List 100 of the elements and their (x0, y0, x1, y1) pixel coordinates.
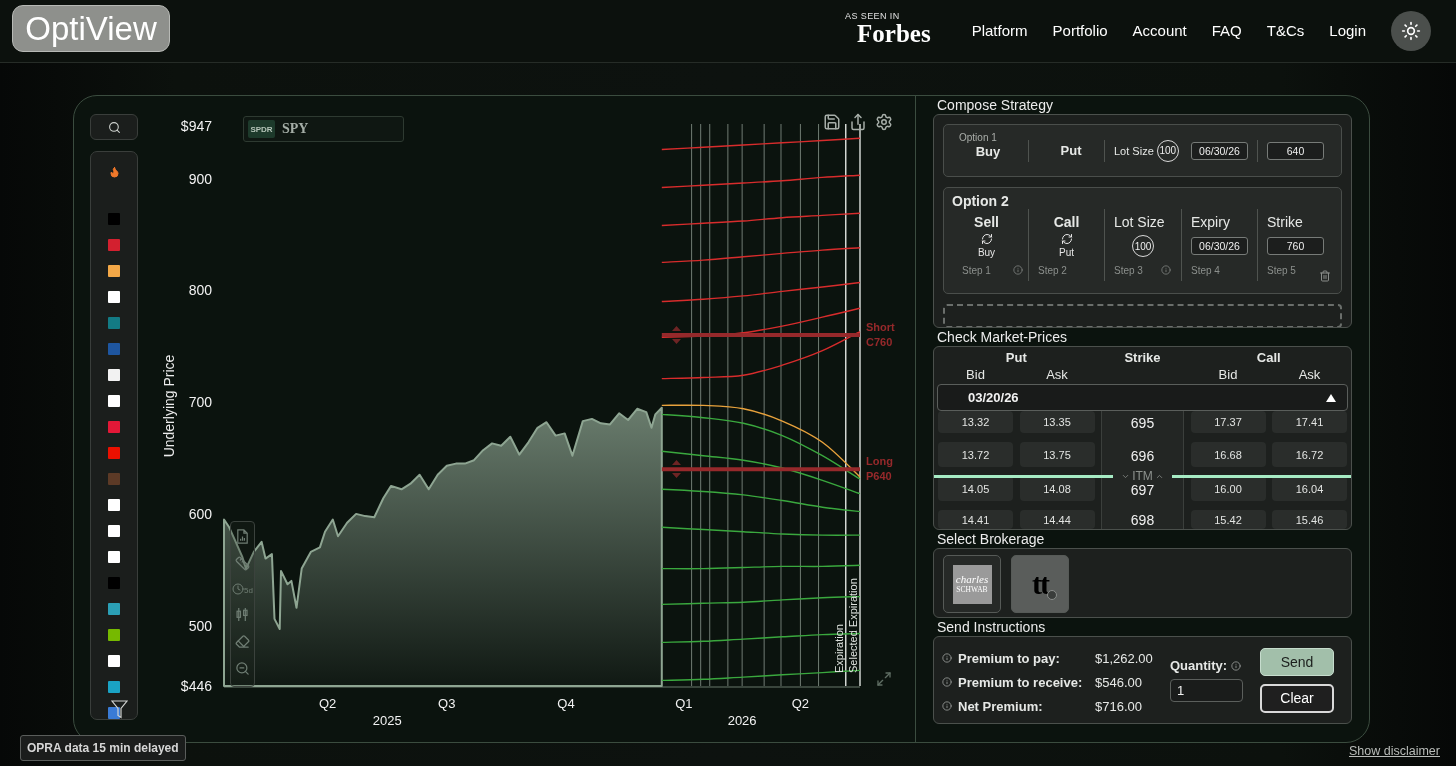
premium-value: $546.00 (1095, 674, 1143, 690)
nav-link[interactable]: Portfolio (1052, 22, 1108, 40)
stock-logo-icon[interactable] (108, 265, 120, 277)
expand-icon[interactable] (876, 671, 892, 687)
step-label: Step 3 (1114, 265, 1143, 277)
candlestick-icon[interactable] (235, 607, 250, 622)
expiry-dropdown[interactable]: 03/20/26 (937, 384, 1348, 411)
axis-tick-label: 500 (188, 617, 212, 634)
step-heading: Expiry (1190, 213, 1231, 231)
price-cell[interactable]: 16.68 (1190, 442, 1266, 467)
stock-logo-icon[interactable] (108, 629, 120, 641)
swap-icon[interactable] (980, 233, 993, 245)
price-cell[interactable]: 13.32 (938, 411, 1013, 433)
fund-logo: SPDR (248, 120, 275, 138)
alternative-option: Buy (977, 247, 996, 259)
price-cell[interactable]: 14.08 (1019, 476, 1095, 501)
strike-cell: 698 (1101, 510, 1184, 529)
price-cell[interactable]: 15.42 (1190, 510, 1266, 529)
nav-link[interactable]: Account (1132, 22, 1187, 40)
price-cell[interactable]: 13.72 (938, 442, 1013, 467)
axis-tick-label: 600 (188, 505, 212, 522)
step-label: Step 2 (1038, 265, 1067, 277)
price-cell[interactable]: 17.37 (1190, 411, 1266, 433)
search-button[interactable] (90, 114, 138, 140)
add-option-dropzone[interactable] (943, 304, 1342, 327)
stock-logo-icon[interactable] (108, 655, 120, 667)
strike-field[interactable]: 640 (1267, 141, 1324, 160)
search-icon (107, 120, 121, 134)
strike-line-label: Long P640 (866, 454, 893, 485)
action-value: Sell (973, 213, 1000, 231)
premium-value: $716.00 (1095, 698, 1143, 714)
step-label: Step 1 (962, 265, 991, 277)
symbol-field[interactable]: SPDR SPY (243, 116, 404, 142)
price-cell[interactable]: 13.35 (1019, 411, 1095, 433)
swap-icon[interactable] (1060, 233, 1073, 245)
clock-icon (232, 583, 245, 595)
axis-tick-label: Q3 (438, 695, 456, 711)
share-icon[interactable] (849, 113, 867, 131)
alternative-option: Put (1059, 247, 1074, 259)
badge-icon (1047, 590, 1057, 600)
ruler-icon[interactable] (235, 556, 250, 571)
price-cell[interactable]: 14.44 (1019, 510, 1095, 529)
info-icon[interactable] (1161, 265, 1171, 275)
info-icon[interactable] (942, 653, 952, 663)
eraser-icon[interactable] (235, 634, 250, 649)
price-cell[interactable]: 17.41 (1272, 411, 1347, 433)
caret-up-icon (1326, 393, 1336, 402)
stock-logo-icon[interactable] (108, 395, 120, 407)
stock-logo-icon[interactable] (108, 603, 120, 615)
price-cell[interactable]: 16.00 (1190, 476, 1266, 501)
nav-link[interactable]: T&Cs (1266, 22, 1305, 40)
stock-logo-icon[interactable] (108, 499, 120, 511)
value-field[interactable]: 06/30/26 (1191, 237, 1248, 255)
section-title: Send Instructions (936, 618, 1047, 636)
theme-toggle-button[interactable] (1391, 11, 1431, 51)
axis-tick-label: $446 (180, 678, 212, 694)
premium-value: $1,262.00 (1095, 650, 1154, 666)
stock-logo-icon[interactable] (108, 291, 120, 303)
price-cell[interactable]: 15.46 (1272, 510, 1347, 529)
settings-icon[interactable] (875, 113, 893, 131)
clear-button[interactable]: Clear (1260, 683, 1334, 713)
option-type-label: Put (1060, 143, 1082, 158)
lot-size-label: Lot Size (1114, 144, 1154, 157)
send-button[interactable]: Send (1260, 647, 1334, 676)
step-heading: Lot Size (1113, 213, 1166, 231)
info-icon[interactable] (942, 677, 952, 687)
disclaimer-link[interactable]: Show disclaimer (1349, 744, 1440, 758)
info-icon[interactable] (1231, 660, 1242, 671)
info-icon[interactable] (942, 701, 952, 711)
nav-link[interactable]: Platform (971, 22, 1028, 40)
quantity-field[interactable]: 1 (1170, 679, 1243, 702)
axis-tick-label: $947 (180, 118, 212, 134)
quantity-label: Quantity: (1170, 658, 1228, 673)
zoom-out-icon[interactable] (235, 661, 250, 676)
value-field[interactable]: 760 (1267, 237, 1324, 255)
info-icon[interactable] (1013, 265, 1023, 275)
filter-icon[interactable] (111, 700, 128, 719)
axis-tick-label: 800 (188, 282, 212, 299)
stock-logo-icon[interactable] (108, 551, 120, 563)
save-icon[interactable] (823, 113, 841, 131)
nav-link[interactable]: FAQ (1211, 22, 1242, 40)
price-cell[interactable]: 13.75 (1019, 442, 1095, 467)
column-group-header: Put (1004, 350, 1028, 366)
price-cell[interactable]: 16.72 (1272, 442, 1347, 467)
price-cell[interactable]: 14.05 (938, 476, 1013, 501)
drag-handle-icon[interactable] (671, 460, 681, 479)
nav-link[interactable]: Login (1329, 22, 1366, 40)
price-cell[interactable]: 16.04 (1272, 476, 1347, 501)
price-cell[interactable]: 14.41 (938, 510, 1013, 529)
stock-logo-icon[interactable] (108, 369, 120, 381)
stock-logo-icon[interactable] (108, 681, 120, 693)
stock-logo-icon[interactable] (108, 525, 120, 537)
axis-year-label: 2026 (727, 712, 757, 728)
chart-report-icon[interactable] (235, 529, 250, 544)
column-header: Ask (1045, 366, 1069, 384)
drag-handle-icon[interactable] (671, 326, 681, 344)
expiry-field[interactable]: 06/30/26 (1191, 141, 1248, 160)
section-title: Compose Strategy (936, 96, 1054, 114)
strike-line-label: Short C760 (866, 320, 895, 350)
trash-icon[interactable] (1319, 270, 1331, 282)
